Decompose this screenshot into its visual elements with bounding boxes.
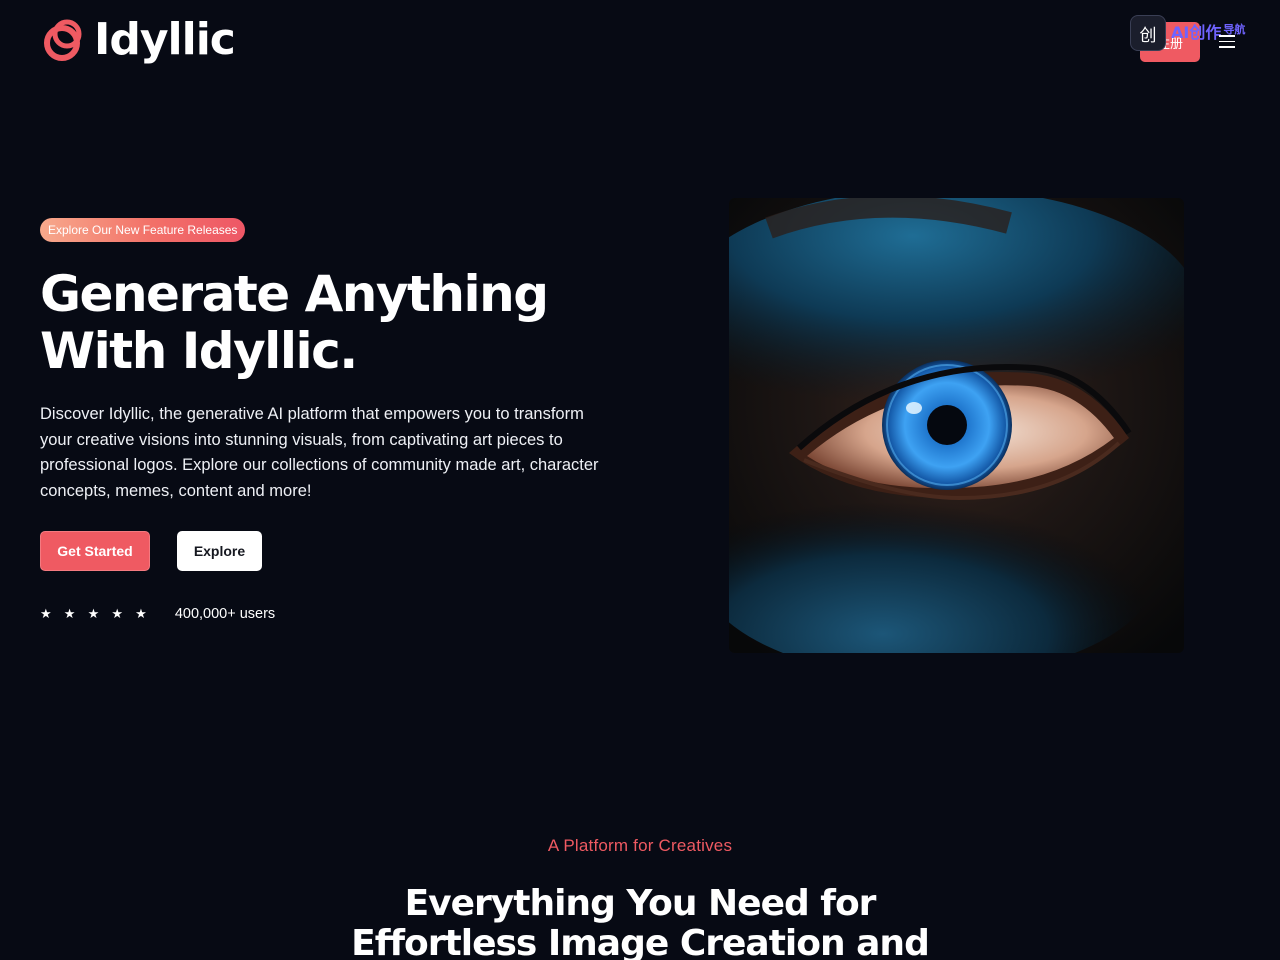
hero-eye-image — [729, 198, 1184, 653]
menu-line — [1219, 35, 1235, 37]
blue-eye-illustration — [729, 198, 1184, 653]
menu-line — [1219, 46, 1235, 48]
explore-button[interactable]: Explore — [177, 531, 262, 571]
hero-title: Generate Anything With Idyllic. — [40, 265, 549, 380]
feature-releases-pill[interactable]: Explore Our New Feature Releases — [40, 218, 246, 242]
badge-text-suffix: 导航 — [1223, 23, 1246, 36]
user-count: 400,000+ users — [174, 606, 276, 622]
logo-text: Idyllic — [94, 14, 236, 65]
page: Idyllic 注册 创 AI创作 导航 Explore Our New Feat… — [0, 0, 1280, 960]
logo[interactable]: Idyllic — [40, 14, 236, 66]
badge-text-main: AI创作 — [1171, 23, 1222, 42]
site-header: Idyllic 注册 创 AI创作 导航 — [0, 0, 1280, 90]
menu-icon[interactable] — [1219, 35, 1235, 51]
user-rating: ★ ★ ★ ★ ★ 400,000+ users — [40, 606, 275, 622]
hero-description: Discover Idyllic, the generative AI plat… — [40, 405, 599, 500]
get-started-button[interactable]: Get Started — [40, 531, 150, 571]
section-eyebrow: A Platform for Creatives — [547, 836, 733, 855]
section-title: Everything You Need for Effortless Image… — [351, 883, 930, 960]
menu-line — [1219, 40, 1235, 42]
star-rating-icon: ★ ★ ★ ★ ★ — [40, 606, 151, 622]
logo-knot-icon — [44, 19, 82, 61]
badge-logo-icon: 创 — [1130, 15, 1166, 51]
